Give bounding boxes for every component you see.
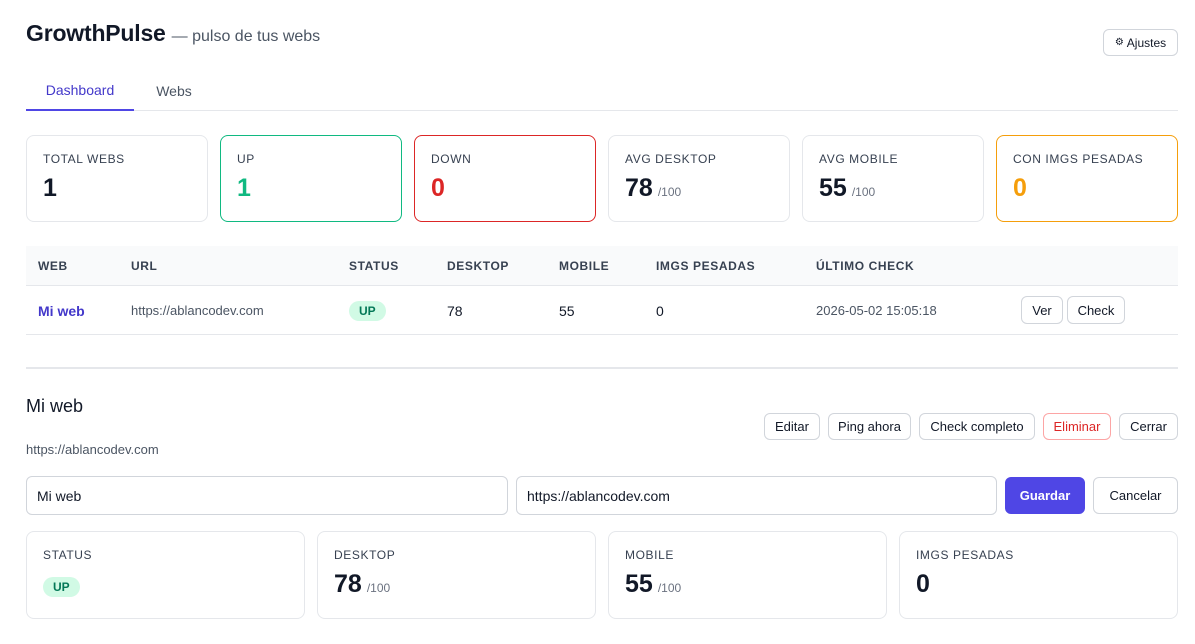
detail-card-label: IMGS PESADAS bbox=[916, 548, 1014, 562]
stat-value: 78 bbox=[625, 174, 653, 202]
detail-card-value-row: 55 /100 bbox=[625, 570, 870, 599]
column-header-last-check: ÚLTIMO CHECK bbox=[816, 259, 915, 273]
settings-label: Ajustes bbox=[1126, 35, 1167, 50]
web-name-link[interactable]: Mi web bbox=[38, 286, 85, 335]
web-url: https://ablancodev.com bbox=[131, 303, 264, 318]
stat-value: 1 bbox=[43, 174, 57, 202]
delete-button[interactable]: Eliminar bbox=[1043, 413, 1111, 440]
webs-table: WEB URL STATUS DESKTOP MOBILE IMGS PESAD… bbox=[26, 246, 1178, 335]
ping-now-button[interactable]: Ping ahora bbox=[828, 413, 911, 440]
full-check-button[interactable]: Check completo bbox=[919, 413, 1035, 440]
column-header-mobile: MOBILE bbox=[559, 259, 610, 273]
status-badge: UP bbox=[43, 577, 80, 597]
check-button[interactable]: Check bbox=[1067, 296, 1125, 324]
column-header-desktop: DESKTOP bbox=[447, 259, 509, 273]
stat-suffix: /100 bbox=[851, 185, 876, 199]
status-badge: UP bbox=[349, 300, 386, 321]
edit-button[interactable]: Editar bbox=[764, 413, 820, 440]
stat-value: 1 bbox=[237, 174, 251, 202]
web-url-input[interactable] bbox=[516, 476, 997, 515]
stat-label: DOWN bbox=[431, 152, 472, 166]
stat-label: AVG MOBILE bbox=[819, 152, 899, 166]
detail-card-label: MOBILE bbox=[625, 548, 674, 562]
table-header: WEB URL STATUS DESKTOP MOBILE IMGS PESAD… bbox=[26, 246, 1178, 286]
detail-card-status: STATUS UP bbox=[26, 531, 305, 619]
save-button[interactable]: Guardar bbox=[1005, 477, 1085, 514]
stat-card-heavy-images: CON IMGS PESADAS 0 bbox=[996, 135, 1178, 222]
detail-card-label: DESKTOP bbox=[334, 548, 396, 562]
detail-card-value: 78 bbox=[334, 570, 362, 598]
tab-webs[interactable]: Webs bbox=[134, 70, 214, 111]
app-header: GrowthPulse — pulso de tus webs bbox=[26, 20, 320, 47]
detail-card-value: 55 bbox=[625, 570, 653, 598]
column-header-url: URL bbox=[131, 259, 158, 273]
detail-card-suffix: /100 bbox=[366, 581, 391, 595]
detail-card-value: 0 bbox=[916, 570, 930, 598]
detail-title: Mi web bbox=[26, 396, 84, 416]
column-header-heavy-images: IMGS PESADAS bbox=[656, 259, 756, 273]
close-button[interactable]: Cerrar bbox=[1119, 413, 1178, 440]
mobile-score: 55 bbox=[559, 302, 575, 319]
detail-card-value-row: 78 /100 bbox=[334, 570, 579, 599]
stat-value-row: 78 /100 bbox=[625, 174, 773, 203]
tab-bar: Dashboard Webs bbox=[26, 70, 1178, 111]
status-badge-wrap: UP bbox=[43, 577, 288, 597]
stat-value: 0 bbox=[1013, 174, 1027, 202]
tab-dashboard[interactable]: Dashboard bbox=[26, 70, 134, 111]
detail-card-desktop: DESKTOP 78 /100 bbox=[317, 531, 596, 619]
stat-card-avg-mobile: AVG MOBILE 55 /100 bbox=[802, 135, 984, 222]
view-button[interactable]: Ver bbox=[1021, 296, 1063, 324]
stat-label: UP bbox=[237, 152, 255, 166]
table-row: Mi web https://ablancodev.com UP 78 55 0… bbox=[26, 286, 1178, 335]
app-tagline: — pulso de tus webs bbox=[171, 28, 321, 45]
stat-label: CON IMGS PESADAS bbox=[1013, 152, 1144, 166]
heavy-images-count: 0 bbox=[656, 302, 664, 319]
stat-card-avg-desktop: AVG DESKTOP 78 /100 bbox=[608, 135, 790, 222]
stat-card-total-webs: TOTAL WEBS 1 bbox=[26, 135, 208, 222]
column-header-web: WEB bbox=[38, 259, 68, 273]
column-header-status: STATUS bbox=[349, 259, 399, 273]
stat-value-row: 55 /100 bbox=[819, 174, 967, 203]
settings-button[interactable]: ⚙ Ajustes bbox=[1103, 29, 1178, 56]
detail-card-heavy-images: IMGS PESADAS 0 bbox=[899, 531, 1178, 619]
desktop-score: 78 bbox=[447, 302, 463, 319]
stat-label: TOTAL WEBS bbox=[43, 152, 125, 166]
gear-icon: ⚙ bbox=[1114, 37, 1124, 48]
detail-card-mobile: MOBILE 55 /100 bbox=[608, 531, 887, 619]
stat-value: 0 bbox=[431, 174, 445, 202]
section-divider bbox=[26, 367, 1178, 369]
app-name: GrowthPulse bbox=[26, 20, 166, 46]
stat-suffix: /100 bbox=[657, 185, 682, 199]
detail-card-suffix: /100 bbox=[657, 581, 682, 595]
status-cell: UP bbox=[349, 286, 386, 335]
cancel-button[interactable]: Cancelar bbox=[1093, 477, 1178, 514]
web-name-input[interactable] bbox=[26, 476, 508, 515]
detail-url: https://ablancodev.com bbox=[26, 442, 159, 457]
stat-label: AVG DESKTOP bbox=[625, 152, 717, 166]
stat-card-up: UP 1 bbox=[220, 135, 402, 222]
stat-value: 55 bbox=[819, 174, 847, 202]
detail-card-label: STATUS bbox=[43, 548, 93, 562]
last-check-time: 2026-05-02 15:05:18 bbox=[816, 303, 937, 318]
stat-card-down: DOWN 0 bbox=[414, 135, 596, 222]
